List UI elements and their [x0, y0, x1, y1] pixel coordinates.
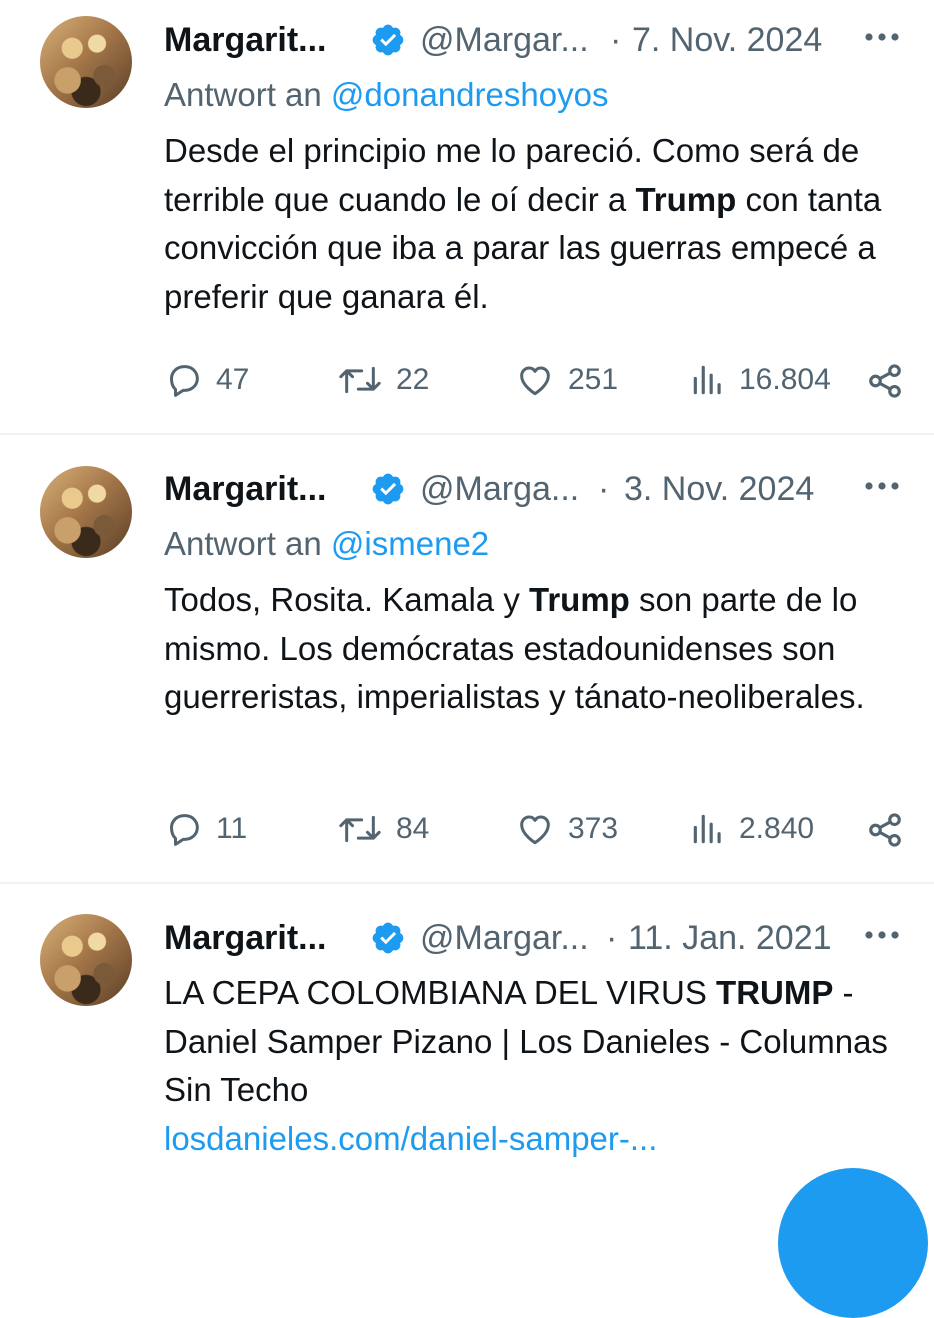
- tweet-header: Margarit... @Margar... · 11. Jan. 2021: [164, 914, 934, 962]
- like-button[interactable]: 251: [514, 355, 618, 405]
- tweet-text: Desde el principio me lo pareció. Como s…: [164, 127, 904, 321]
- article-link[interactable]: losdanieles.com/daniel-samper-...: [164, 1120, 657, 1157]
- speech-bubble-icon: [170, 814, 199, 846]
- separator-dot: ·: [598, 470, 610, 508]
- timestamp[interactable]: 11. Jan. 2021: [628, 914, 832, 962]
- ellipsis-icon[interactable]: [864, 481, 900, 491]
- timestamp[interactable]: 3. Nov. 2024: [624, 465, 814, 513]
- like-count: 251: [568, 363, 619, 396]
- views-button[interactable]: 2.840: [689, 804, 814, 854]
- display-name[interactable]: Margarit...: [164, 914, 326, 962]
- display-name[interactable]: Margarit...: [164, 465, 326, 513]
- retweet-count: 84: [396, 812, 430, 845]
- tweet-text-part: Todos, Rosita. Kamala y: [164, 581, 529, 618]
- reply-count: 11: [216, 812, 248, 845]
- avatar[interactable]: [40, 466, 132, 558]
- tweet-divider: [0, 882, 934, 884]
- handle[interactable]: @Margar...: [420, 914, 589, 962]
- views-button[interactable]: 16.804: [689, 355, 831, 405]
- reply-context: Antwort an @donandreshoyos: [164, 72, 608, 118]
- tweet-text: LA CEPA COLOMBIANA DEL VIRUS TRUMP - Dan…: [164, 969, 904, 1163]
- share-icon[interactable]: [866, 811, 904, 849]
- reply-mention-link[interactable]: @donandreshoyos: [331, 76, 609, 113]
- retweet-button[interactable]: 84: [336, 804, 429, 854]
- tweet-divider: [0, 433, 934, 435]
- separator-dot: ·: [606, 919, 618, 957]
- separator-dot: ·: [610, 21, 622, 59]
- avatar[interactable]: [40, 16, 132, 108]
- tweet-header: Margarit... @Marga... · 3. Nov. 2024: [164, 465, 934, 513]
- avatar[interactable]: [40, 914, 132, 1006]
- bar-chart-icon: [693, 814, 721, 844]
- compose-button[interactable]: [778, 1168, 928, 1318]
- reply-prefix: Antwort an: [164, 525, 322, 562]
- tweet-text-highlight: Trump: [529, 581, 630, 618]
- reply-button[interactable]: 47: [164, 355, 249, 405]
- tweet-text-highlight: TRUMP: [716, 974, 834, 1011]
- speech-bubble-icon: [170, 365, 199, 397]
- bar-chart-icon: [693, 365, 721, 395]
- share-icon[interactable]: [866, 362, 904, 400]
- handle[interactable]: @Margar...: [420, 16, 589, 64]
- reply-button[interactable]: 11: [164, 804, 247, 854]
- timestamp[interactable]: 7. Nov. 2024: [632, 16, 822, 64]
- reply-count: 47: [216, 363, 250, 396]
- heart-icon: [520, 815, 550, 845]
- display-name[interactable]: Margarit...: [164, 16, 326, 64]
- view-count: 16.804: [739, 363, 831, 396]
- reply-context: Antwort an @ismene2: [164, 521, 489, 567]
- like-count: 373: [568, 812, 619, 845]
- retweet-icon: [339, 366, 381, 394]
- view-count: 2.840: [739, 812, 815, 845]
- tweet-header: Margarit... @Margar... · 7. Nov. 2024: [164, 16, 934, 64]
- ellipsis-icon[interactable]: [864, 32, 900, 42]
- verified-badge-icon: [372, 473, 404, 505]
- reply-mention-link[interactable]: @ismene2: [331, 525, 489, 562]
- handle[interactable]: @Marga...: [420, 465, 579, 513]
- retweet-icon: [339, 815, 381, 843]
- tweet-text: Todos, Rosita. Kamala y Trump son parte …: [164, 576, 904, 722]
- like-button[interactable]: 373: [514, 804, 618, 854]
- action-bar: 47 22 251 16.804: [164, 355, 904, 405]
- retweet-count: 22: [396, 363, 430, 396]
- ellipsis-icon[interactable]: [864, 930, 900, 940]
- verified-badge-icon: [372, 922, 404, 954]
- tweet-text-part: LA CEPA COLOMBIANA DEL VIRUS: [164, 974, 717, 1011]
- tweet-text-highlight: Trump: [635, 180, 737, 218]
- heart-icon: [520, 366, 550, 396]
- action-bar: 11 84 373 2.840: [164, 804, 904, 854]
- verified-badge-icon: [372, 24, 404, 56]
- reply-prefix: Antwort an: [164, 76, 322, 113]
- retweet-button[interactable]: 22: [336, 355, 429, 405]
